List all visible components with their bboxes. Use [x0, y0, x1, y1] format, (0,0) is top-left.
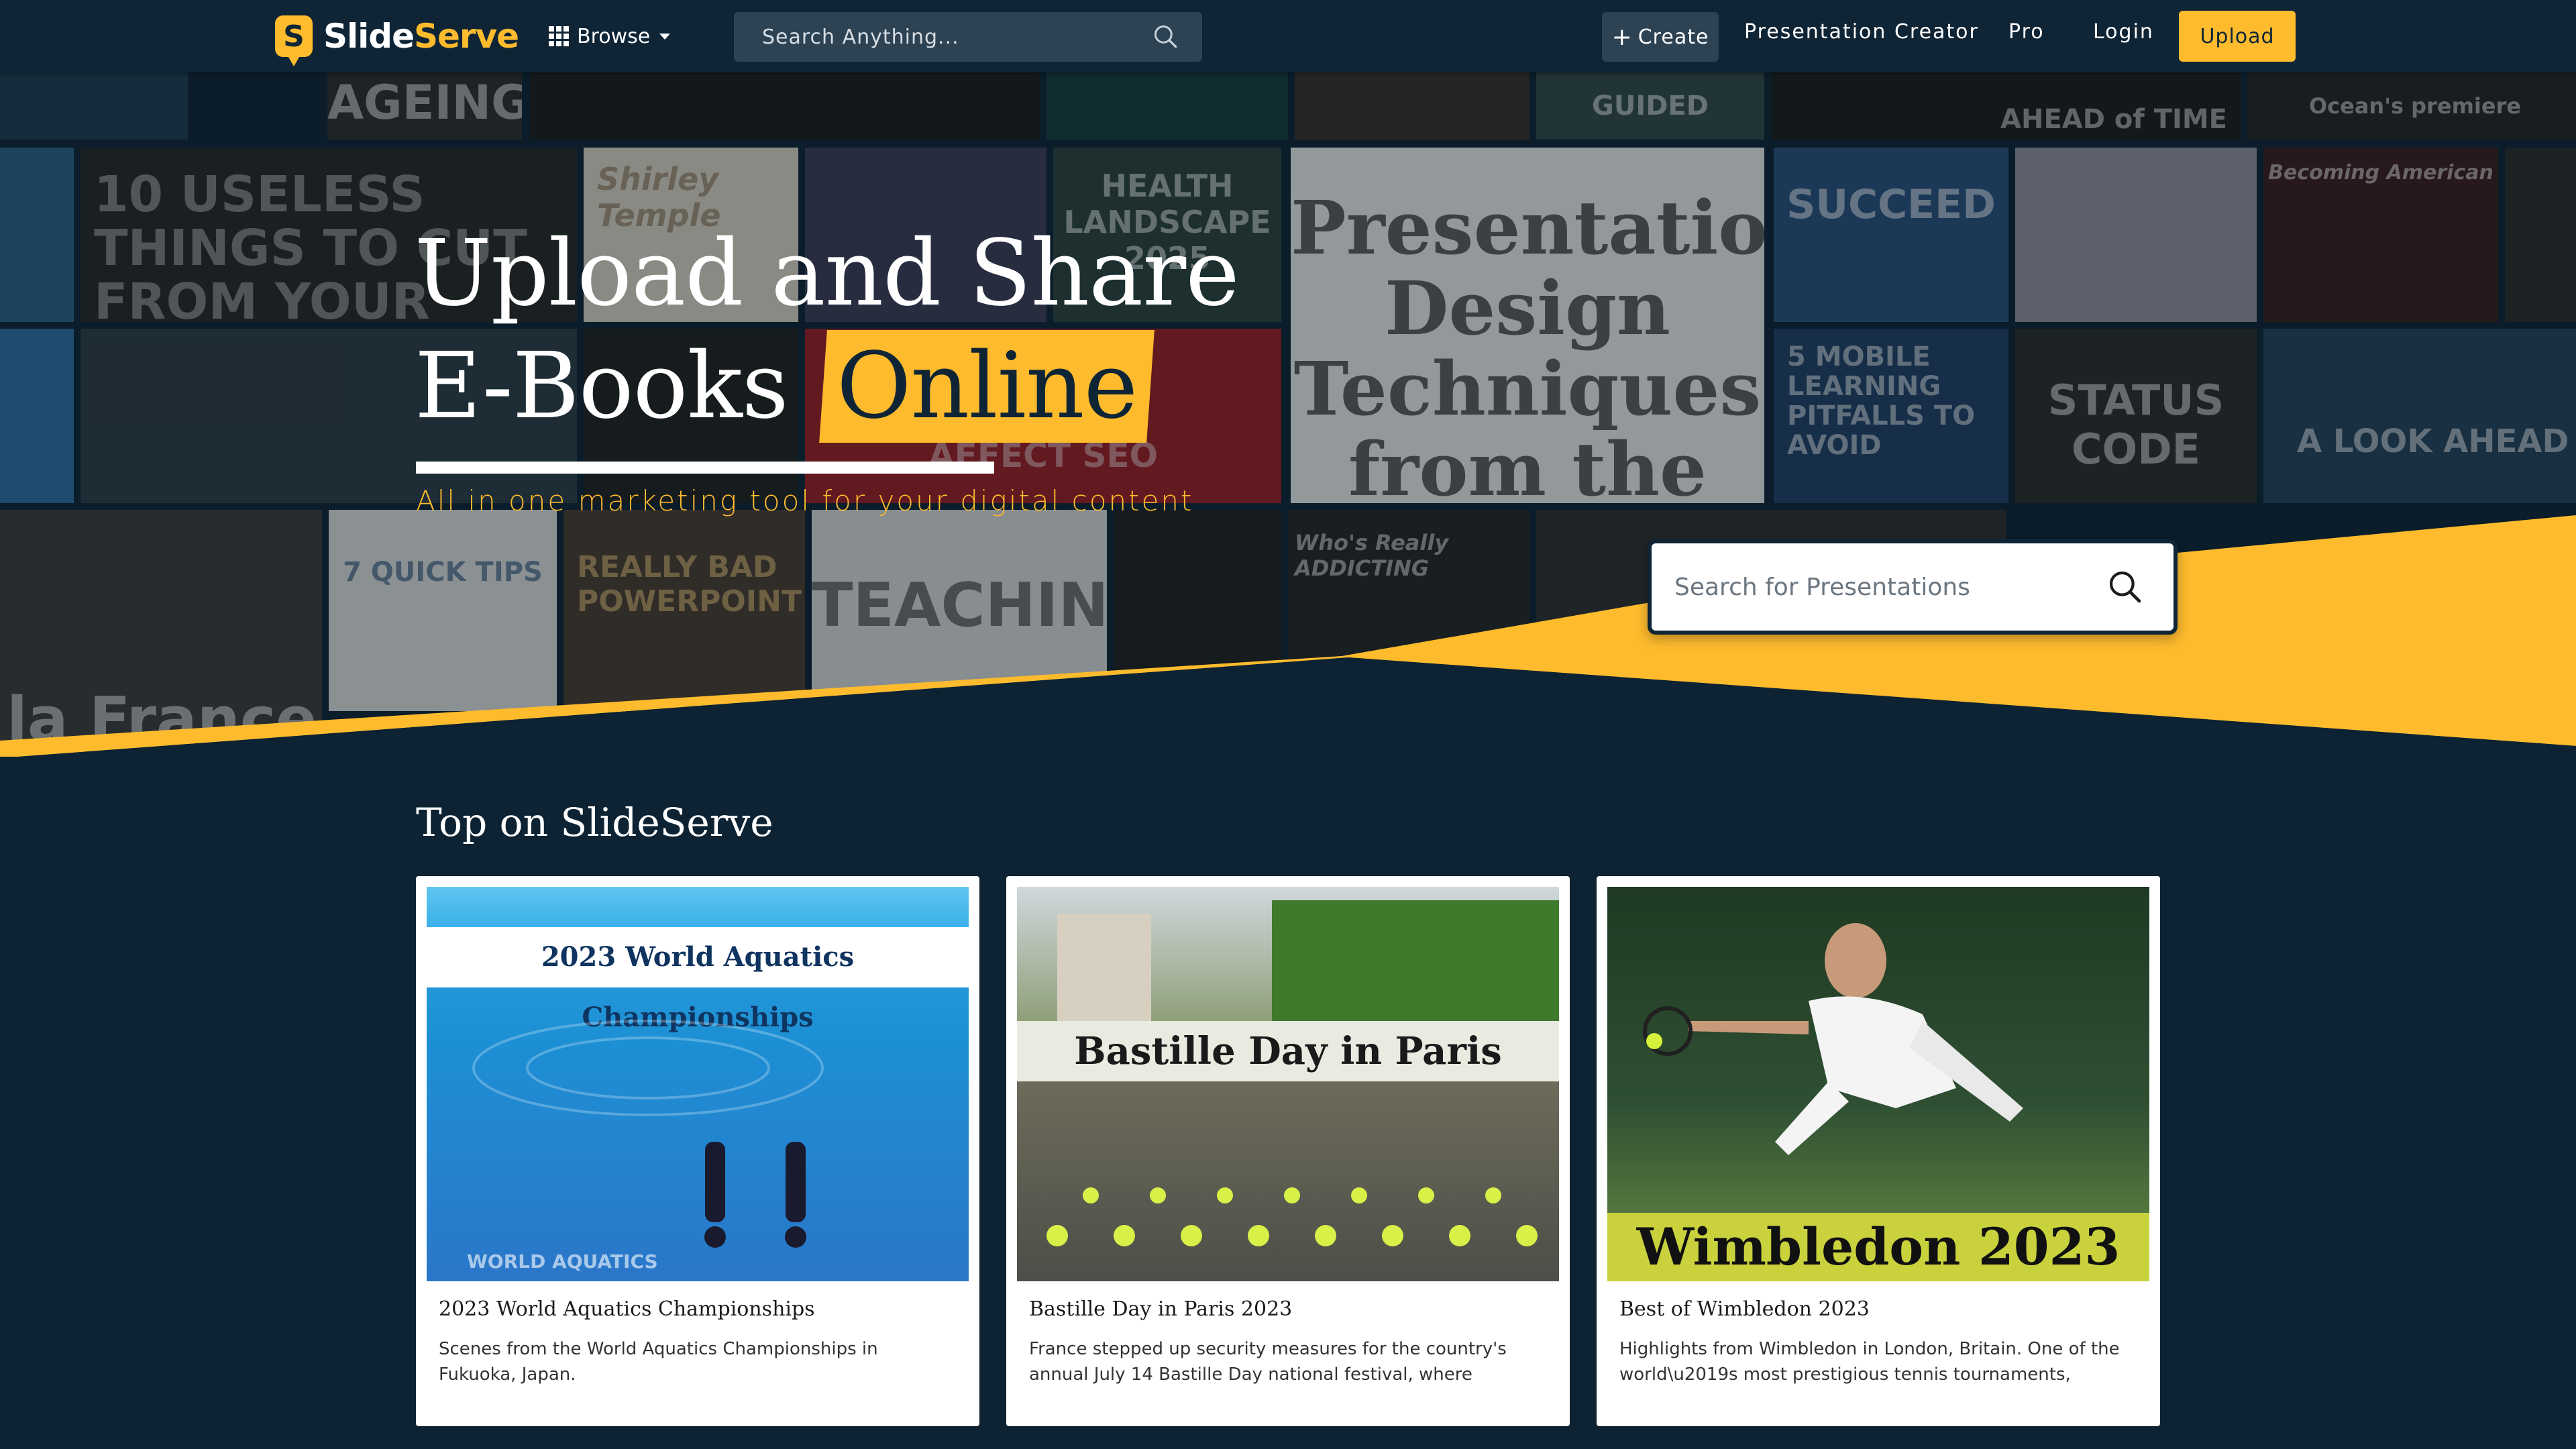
presentation-search-input[interactable]: [1652, 572, 2106, 602]
presentation-card[interactable]: Bastille Day in Paris 2023 Bastille Day …: [1006, 876, 1570, 1426]
hero-underline: [416, 462, 994, 474]
chevron-down-icon: [659, 33, 671, 40]
hero-yellow-shape: [0, 515, 2576, 757]
hero-title-line2: E-Books Online: [415, 330, 1239, 443]
card-thumbnail[interactable]: Wimbledon 2023: [1607, 887, 2149, 1281]
card-title[interactable]: Best of Wimbledon 2023: [1619, 1297, 1870, 1321]
grid-icon: [549, 26, 569, 46]
browse-label: Browse: [577, 24, 651, 48]
card-description: France stepped up security measures for …: [1029, 1339, 1507, 1385]
logo-text-main: Slide: [323, 17, 415, 56]
card-image-banner: Bastille Day in Paris 2023: [1017, 1021, 1559, 1134]
card-image-banner: Wimbledon 2023: [1607, 1213, 2149, 1281]
create-label: Create: [1638, 25, 1709, 49]
logo-text-accent: Serve: [414, 17, 519, 56]
card-image-footer: WORLD AQUATICS: [467, 1250, 658, 1273]
nav-link-presentation-creator[interactable]: Presentation Creator: [1744, 20, 1979, 44]
top-navbar: S SlideServe Browse + Create Presentatio…: [0, 0, 2576, 72]
card-title[interactable]: Bastille Day in Paris 2023: [1029, 1297, 1292, 1321]
nav-link-login[interactable]: Login: [2093, 20, 2154, 44]
upload-button[interactable]: Upload: [2179, 11, 2296, 62]
hero-subtitle: All in one marketing tool for your digit…: [416, 484, 1194, 517]
hero-title-highlight: Online: [819, 330, 1155, 443]
search-icon[interactable]: [1151, 22, 1181, 52]
swimmers-illustration: [472, 1020, 824, 1248]
nav-link-pro[interactable]: Pro: [2008, 20, 2045, 44]
browse-menu[interactable]: Browse: [549, 20, 671, 52]
presentation-card[interactable]: Wimbledon 2023 Best of Wimbledon 2023 Hi…: [1597, 876, 2160, 1426]
nav-search-input[interactable]: [734, 24, 1151, 50]
nav-search-box: [734, 12, 1202, 62]
hero-section: AGEING GUIDED READING AHEAD of TIME Ocea…: [0, 72, 2576, 757]
section-title: Top on SlideServe: [416, 800, 773, 845]
plus-icon: +: [1611, 23, 1633, 51]
card-thumbnail[interactable]: 2023 World Aquatics Championships WORLD …: [427, 887, 969, 1281]
card-thumbnail[interactable]: Bastille Day in Paris 2023: [1017, 887, 1559, 1281]
card-description: Scenes from the World Aquatics Champions…: [439, 1339, 878, 1385]
presentation-card[interactable]: 2023 World Aquatics Championships WORLD …: [416, 876, 979, 1426]
logo-badge-icon: S: [275, 15, 313, 66]
logo-text: SlideServe: [323, 17, 519, 56]
create-button[interactable]: + Create: [1602, 12, 1719, 62]
slideserve-logo[interactable]: S SlideServe: [275, 11, 519, 66]
search-icon[interactable]: [2106, 568, 2144, 606]
hero-title-prefix: E-Books: [415, 333, 789, 439]
card-image-banner: 2023 World Aquatics Championships: [427, 927, 969, 1033]
card-description: Highlights from Wimbledon in London, Bri…: [1619, 1339, 2120, 1385]
arc-de-triomphe: [1057, 914, 1151, 1021]
tennis-player-illustration: [1643, 923, 2023, 1155]
water-surface: [427, 887, 969, 927]
trees: [1272, 900, 1559, 1021]
hero-title-line1: Upload and Share: [415, 221, 1240, 327]
motorcycles-illustration: [1046, 1187, 1538, 1246]
hero-title: Upload and Share E-Books Online: [415, 217, 1240, 443]
presentation-search-box: [1648, 539, 2178, 635]
card-title[interactable]: 2023 World Aquatics Championships: [439, 1297, 815, 1321]
